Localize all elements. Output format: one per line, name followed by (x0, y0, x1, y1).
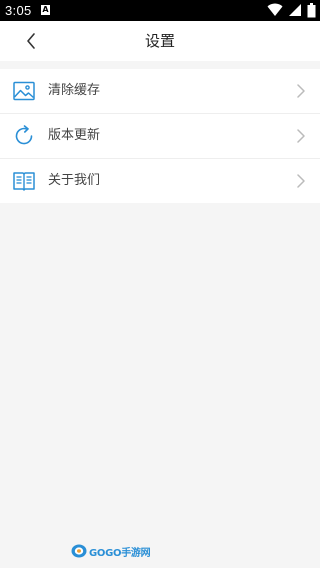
app-header: 设置 (0, 21, 320, 61)
page-title: 设置 (144, 32, 175, 50)
watermark: GOGO手游网 (71, 543, 151, 559)
settings-item-label: 版本更新 (48, 128, 101, 143)
settings-item-label: 清除缓存 (48, 83, 101, 98)
notification-icon: A (41, 5, 50, 15)
settings-item-clear-cache[interactable]: 清除缓存 (0, 69, 320, 114)
status-time: 3:05 (5, 3, 32, 18)
settings-item-version-update[interactable]: 版本更新 (0, 114, 320, 159)
settings-item-label: 关于我们 (48, 173, 101, 188)
settings-list: 清除缓存 版本更新 关于我们 (0, 69, 320, 203)
status-icons (267, 3, 316, 18)
book-icon (13, 172, 35, 191)
watermark-text: GOGO手游网 (89, 547, 151, 559)
battery-icon (307, 3, 316, 18)
wifi-icon (267, 3, 283, 16)
signal-icon (288, 4, 301, 16)
chevron-right-icon (297, 84, 305, 98)
refresh-icon (15, 125, 33, 145)
chevron-right-icon (297, 129, 305, 143)
settings-item-about-us[interactable]: 关于我们 (0, 159, 320, 203)
image-icon (13, 81, 35, 101)
status-bar: 3:05 A (0, 0, 320, 21)
gogo-logo-icon (71, 544, 87, 558)
chevron-right-icon (297, 174, 305, 188)
